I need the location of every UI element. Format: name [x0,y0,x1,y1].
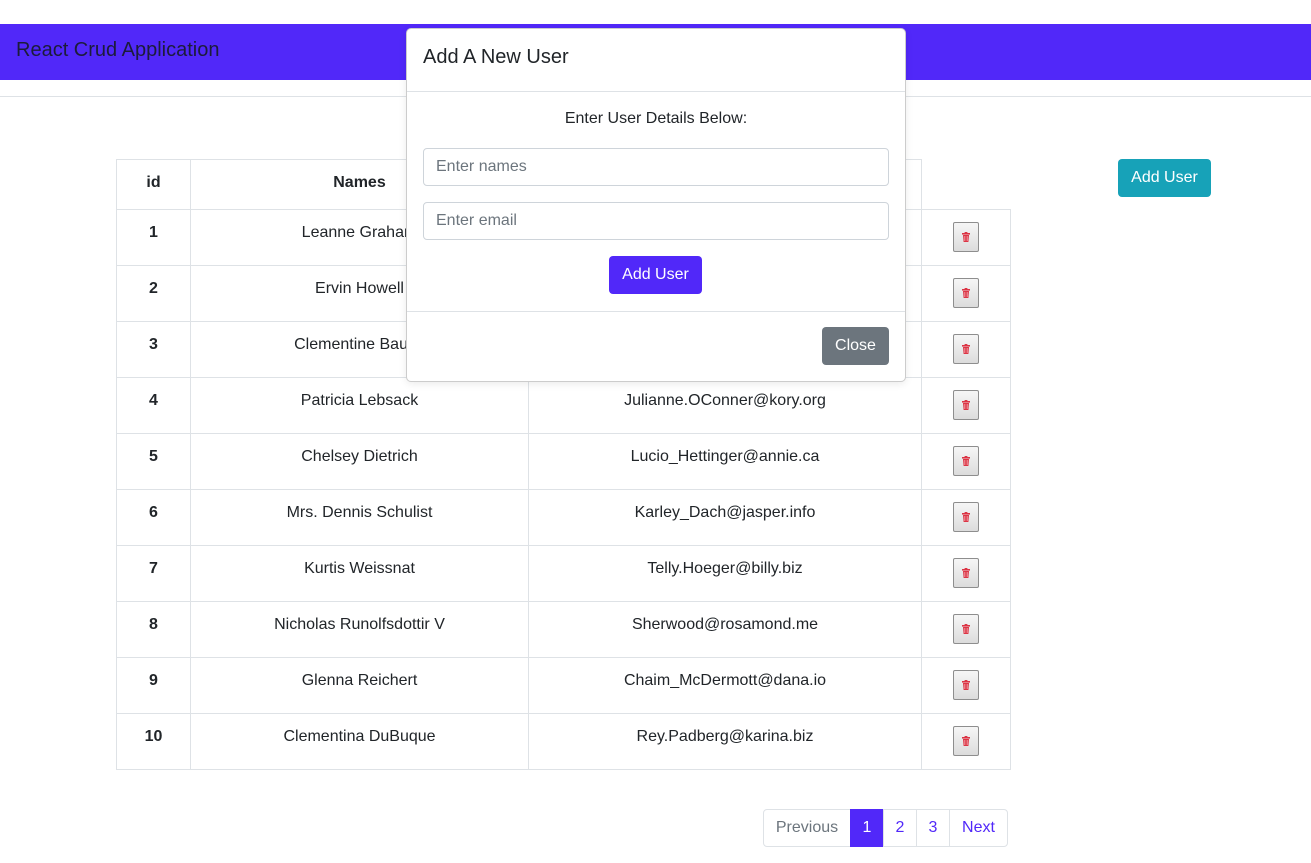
trash-icon [962,512,970,522]
delete-button[interactable] [953,222,979,252]
cell-email: Lucio_Hettinger@annie.ca [528,433,922,490]
trash-icon [962,288,970,298]
cell-id: 4 [116,377,191,434]
cell-actions [921,433,1011,490]
cell-name: Kurtis Weissnat [190,545,529,602]
trash-icon [962,680,970,690]
cell-name: Mrs. Dennis Schulist [190,489,529,546]
column-header-id: id [116,159,191,210]
cell-actions [921,209,1011,266]
cell-id: 8 [116,601,191,658]
cell-actions [921,545,1011,602]
delete-button[interactable] [953,726,979,756]
cell-name: Patricia Lebsack [190,377,529,434]
cell-name: Glenna Reichert [190,657,529,714]
pagination: Previous 1 2 3 Next [763,809,1008,847]
cell-actions [921,713,1011,770]
table-row: 6 Mrs. Dennis Schulist Karley_Dach@jasper.… [116,489,1011,546]
cell-id: 9 [116,657,191,714]
table-row: 9 Glenna Reichert Chaim_McDermott@dana.io [116,657,1011,714]
cell-id: 6 [116,489,191,546]
trash-icon [962,568,970,578]
trash-icon [962,736,970,746]
modal-body: Enter User Details Below: Add User [407,92,905,312]
cell-id: 3 [116,321,191,378]
modal-close-button[interactable]: Close [822,327,889,365]
cell-actions [921,657,1011,714]
cell-email: Julianne.OConner@kory.org [528,377,922,434]
cell-name: Nicholas Runolfsdottir V [190,601,529,658]
delete-button[interactable] [953,446,979,476]
modal-title: Add A New User [423,46,569,68]
cell-actions [921,377,1011,434]
delete-button[interactable] [953,558,979,588]
pagination-previous[interactable]: Previous [763,809,851,847]
trash-icon [962,456,970,466]
table-row: 8 Nicholas Runolfsdottir V Sherwood@rosamo… [116,601,1011,658]
table-row: 4 Patricia Lebsack Julianne.OConner@kory.o… [116,377,1011,434]
trash-icon [962,344,970,354]
app-title[interactable]: React Crud Application [16,39,219,62]
cell-name: Chelsey Dietrich [190,433,529,490]
cell-actions [921,321,1011,378]
table-row: 7 Kurtis Weissnat Telly.Hoeger@billy.biz [116,545,1011,602]
cell-actions [921,601,1011,658]
cell-id: 1 [116,209,191,266]
cell-id: 10 [116,713,191,770]
trash-icon [962,232,970,242]
modal-subtitle: Enter User Details Below: [564,110,748,127]
modal-add-user-button[interactable]: Add User [609,256,702,294]
cell-id: 7 [116,545,191,602]
delete-button[interactable] [953,334,979,364]
table-row: 10 Clementina DuBuque Rey.Padberg@karina.b… [116,713,1011,770]
cell-id: 2 [116,265,191,322]
cell-email: Telly.Hoeger@billy.biz [528,545,922,602]
delete-button[interactable] [953,502,979,532]
column-header-actions [921,159,1011,210]
delete-button[interactable] [953,614,979,644]
add-user-button[interactable]: Add User [1118,159,1211,197]
names-input[interactable] [423,148,889,186]
delete-button[interactable] [953,390,979,420]
cell-email: Karley_Dach@jasper.info [528,489,922,546]
cell-name: Clementina DuBuque [190,713,529,770]
cell-actions [921,265,1011,322]
pagination-page-3[interactable]: 3 [916,809,950,847]
trash-icon [962,400,970,410]
cell-actions [921,489,1011,546]
add-user-modal: Add A New User Enter User Details Below:… [406,28,906,382]
email-input[interactable] [423,202,889,240]
cell-email: Sherwood@rosamond.me [528,601,922,658]
cell-email: Chaim_McDermott@dana.io [528,657,922,714]
delete-button[interactable] [953,278,979,308]
cell-email: Rey.Padberg@karina.biz [528,713,922,770]
cell-id: 5 [116,433,191,490]
pagination-page-1[interactable]: 1 [850,809,884,847]
delete-button[interactable] [953,670,979,700]
pagination-page-2[interactable]: 2 [883,809,917,847]
pagination-next[interactable]: Next [949,809,1008,847]
table-row: 5 Chelsey Dietrich Lucio_Hettinger@annie.c… [116,433,1011,490]
trash-icon [962,624,970,634]
modal-header: Add A New User [407,29,905,92]
